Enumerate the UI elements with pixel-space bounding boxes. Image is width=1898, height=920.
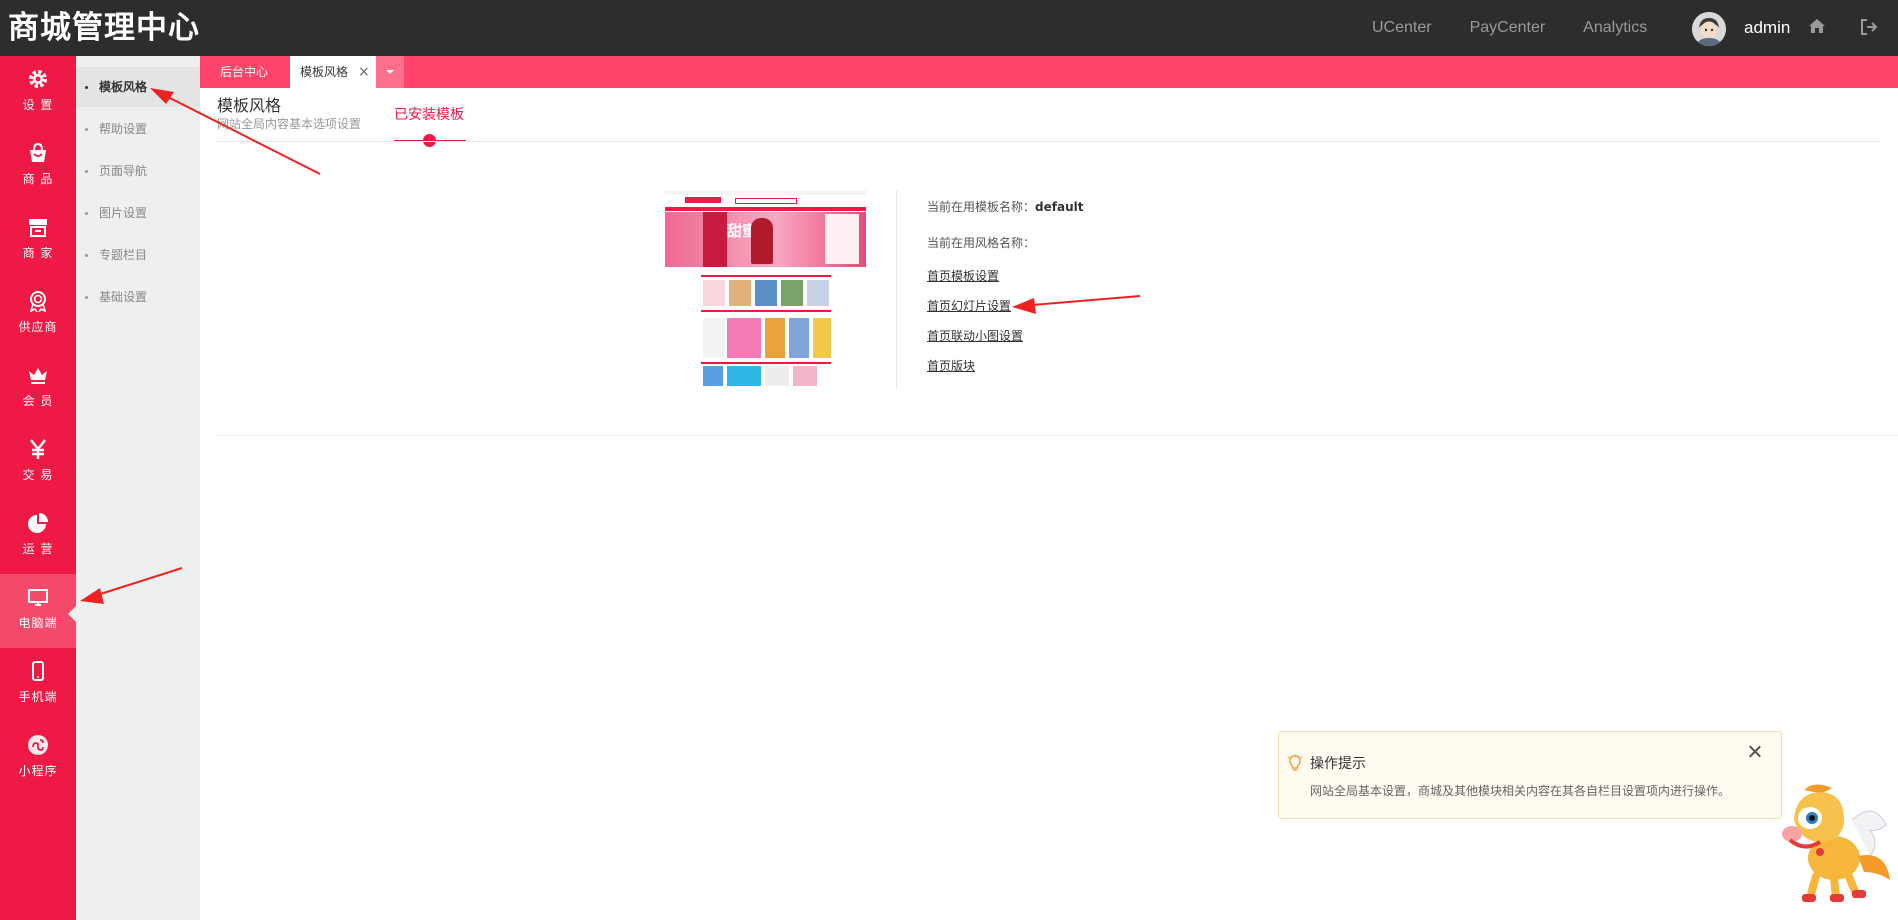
- top-nav-analytics[interactable]: Analytics: [1583, 0, 1647, 56]
- sub-nav: 模板风格 帮助设置 页面导航 图片设置 专题栏目 基础设置: [76, 56, 200, 920]
- main-nav-settings[interactable]: 设 置: [0, 56, 76, 130]
- sub-nav-template-style[interactable]: 模板风格: [76, 67, 200, 107]
- link-home-sections[interactable]: 首页版块: [927, 358, 975, 374]
- sub-nav-label: 图片设置: [99, 206, 148, 220]
- pie-chart-icon: [28, 513, 48, 533]
- main-nav-operations[interactable]: 运 营: [0, 500, 76, 574]
- close-icon[interactable]: [1747, 744, 1763, 760]
- tab-template-style[interactable]: 模板风格 ×: [290, 56, 376, 88]
- bullet: [85, 212, 88, 215]
- sub-nav-label: 帮助设置: [99, 122, 148, 136]
- link-home-slideshow-settings[interactable]: 首页幻灯片设置: [927, 298, 1011, 314]
- page-description: 网站全局内容基本选项设置: [217, 117, 362, 131]
- current-template-name: 当前在用模板名称：default: [927, 199, 1083, 215]
- mobile-icon: [32, 661, 44, 681]
- main-nav-mobile[interactable]: 手机端: [0, 648, 76, 722]
- sub-nav-help-settings[interactable]: 帮助设置: [76, 109, 200, 149]
- avatar[interactable]: [1692, 12, 1726, 46]
- bullet: [85, 170, 88, 173]
- main-nav-label: 商 品: [22, 172, 54, 186]
- top-nav: UCenter PayCenter Analytics: [1372, 0, 1685, 56]
- template-thumbnail[interactable]: 甜蜜: [665, 190, 866, 388]
- sub-nav-label: 页面导航: [99, 164, 148, 178]
- tab-label: 模板风格: [300, 65, 349, 79]
- main-nav-label: 会 员: [22, 394, 54, 408]
- top-bar: 商城管理中心 UCenter PayCenter Analytics admin: [0, 0, 1898, 56]
- home-icon[interactable]: [1808, 18, 1826, 38]
- close-icon[interactable]: ×: [358, 56, 370, 88]
- sub-nav-page-navigation[interactable]: 页面导航: [76, 151, 200, 191]
- main-nav-label: 设 置: [22, 98, 54, 112]
- main-nav-label: 运 营: [22, 542, 54, 556]
- mini-program-icon: [28, 735, 48, 755]
- crown-icon: [29, 368, 47, 384]
- shopping-bag-icon: [30, 142, 46, 162]
- current-style-name: 当前在用风格名称：: [927, 235, 1035, 251]
- divider: [217, 435, 1898, 436]
- medal-icon: [29, 291, 47, 312]
- yen-icon: [30, 439, 46, 459]
- current-style-label: 当前在用风格名称：: [927, 236, 1036, 250]
- main-nav-label: 手机端: [18, 690, 58, 704]
- top-nav-paycenter[interactable]: PayCenter: [1470, 0, 1546, 56]
- app-title: 商城管理中心: [8, 10, 200, 46]
- main-nav-pc[interactable]: 电脑端: [0, 574, 76, 648]
- sub-nav-basic-settings[interactable]: 基础设置: [76, 277, 200, 317]
- sub-nav-topic-columns[interactable]: 专题栏目: [76, 235, 200, 275]
- sub-nav-label: 专题栏目: [99, 248, 148, 262]
- bullet: [85, 296, 88, 299]
- main-nav-mini-program[interactable]: 小程序: [0, 722, 76, 796]
- sub-nav-image-settings[interactable]: 图片设置: [76, 193, 200, 233]
- monitor-icon: [28, 589, 48, 606]
- current-template-label: 当前在用模板名称：: [927, 200, 1036, 214]
- sub-nav-label: 基础设置: [99, 290, 148, 304]
- mascot-horse-icon: [1782, 784, 1890, 902]
- divider: [217, 141, 1881, 142]
- store-icon: [29, 219, 47, 237]
- tab-strip: 后台中心 模板风格 ×: [200, 56, 1898, 88]
- vertical-divider: [896, 190, 897, 388]
- current-template-value: default: [1035, 200, 1084, 214]
- main-nav-label: 小程序: [18, 764, 58, 778]
- page-title: 模板风格: [217, 96, 282, 115]
- top-nav-ucenter[interactable]: UCenter: [1372, 0, 1432, 56]
- main-nav: 设 置 商 品 商 家 供应商 会 员 交 易 运 营 电脑端 手机端 小程序: [0, 56, 76, 920]
- link-home-template-settings[interactable]: 首页模板设置: [927, 268, 999, 284]
- bullet: [85, 128, 88, 131]
- main-nav-suppliers[interactable]: 供应商: [0, 278, 76, 352]
- tab-home[interactable]: 后台中心: [200, 56, 288, 88]
- main-nav-label: 供应商: [18, 320, 58, 334]
- gear-icon: [29, 70, 47, 88]
- main-nav-label: 商 家: [22, 246, 54, 260]
- tip-title: 操作提示: [1310, 756, 1366, 772]
- main-nav-merchants[interactable]: 商 家: [0, 204, 76, 278]
- tab-installed-templates[interactable]: 已安装模板: [394, 105, 464, 125]
- main-nav-goods[interactable]: 商 品: [0, 130, 76, 204]
- logout-icon[interactable]: [1860, 18, 1878, 40]
- link-home-linked-thumbnail-settings[interactable]: 首页联动小图设置: [927, 328, 1023, 344]
- bullet: [85, 254, 88, 257]
- main-nav-members[interactable]: 会 员: [0, 352, 76, 426]
- tab-dropdown-button[interactable]: [376, 56, 404, 88]
- lightbulb-icon: [1287, 754, 1303, 776]
- main-nav-trade[interactable]: 交 易: [0, 426, 76, 500]
- bullet: [85, 86, 88, 89]
- sub-nav-label: 模板风格: [99, 80, 148, 94]
- username[interactable]: admin: [1744, 0, 1790, 56]
- main-nav-label: 电脑端: [18, 616, 58, 630]
- tip-text: 网站全局基本设置，商城及其他模块相关内容在其各自栏目设置项内进行操作。: [1310, 784, 1731, 798]
- main-nav-label: 交 易: [22, 468, 54, 482]
- operation-tip-box: 操作提示 网站全局基本设置，商城及其他模块相关内容在其各自栏目设置项内进行操作。: [1278, 731, 1782, 819]
